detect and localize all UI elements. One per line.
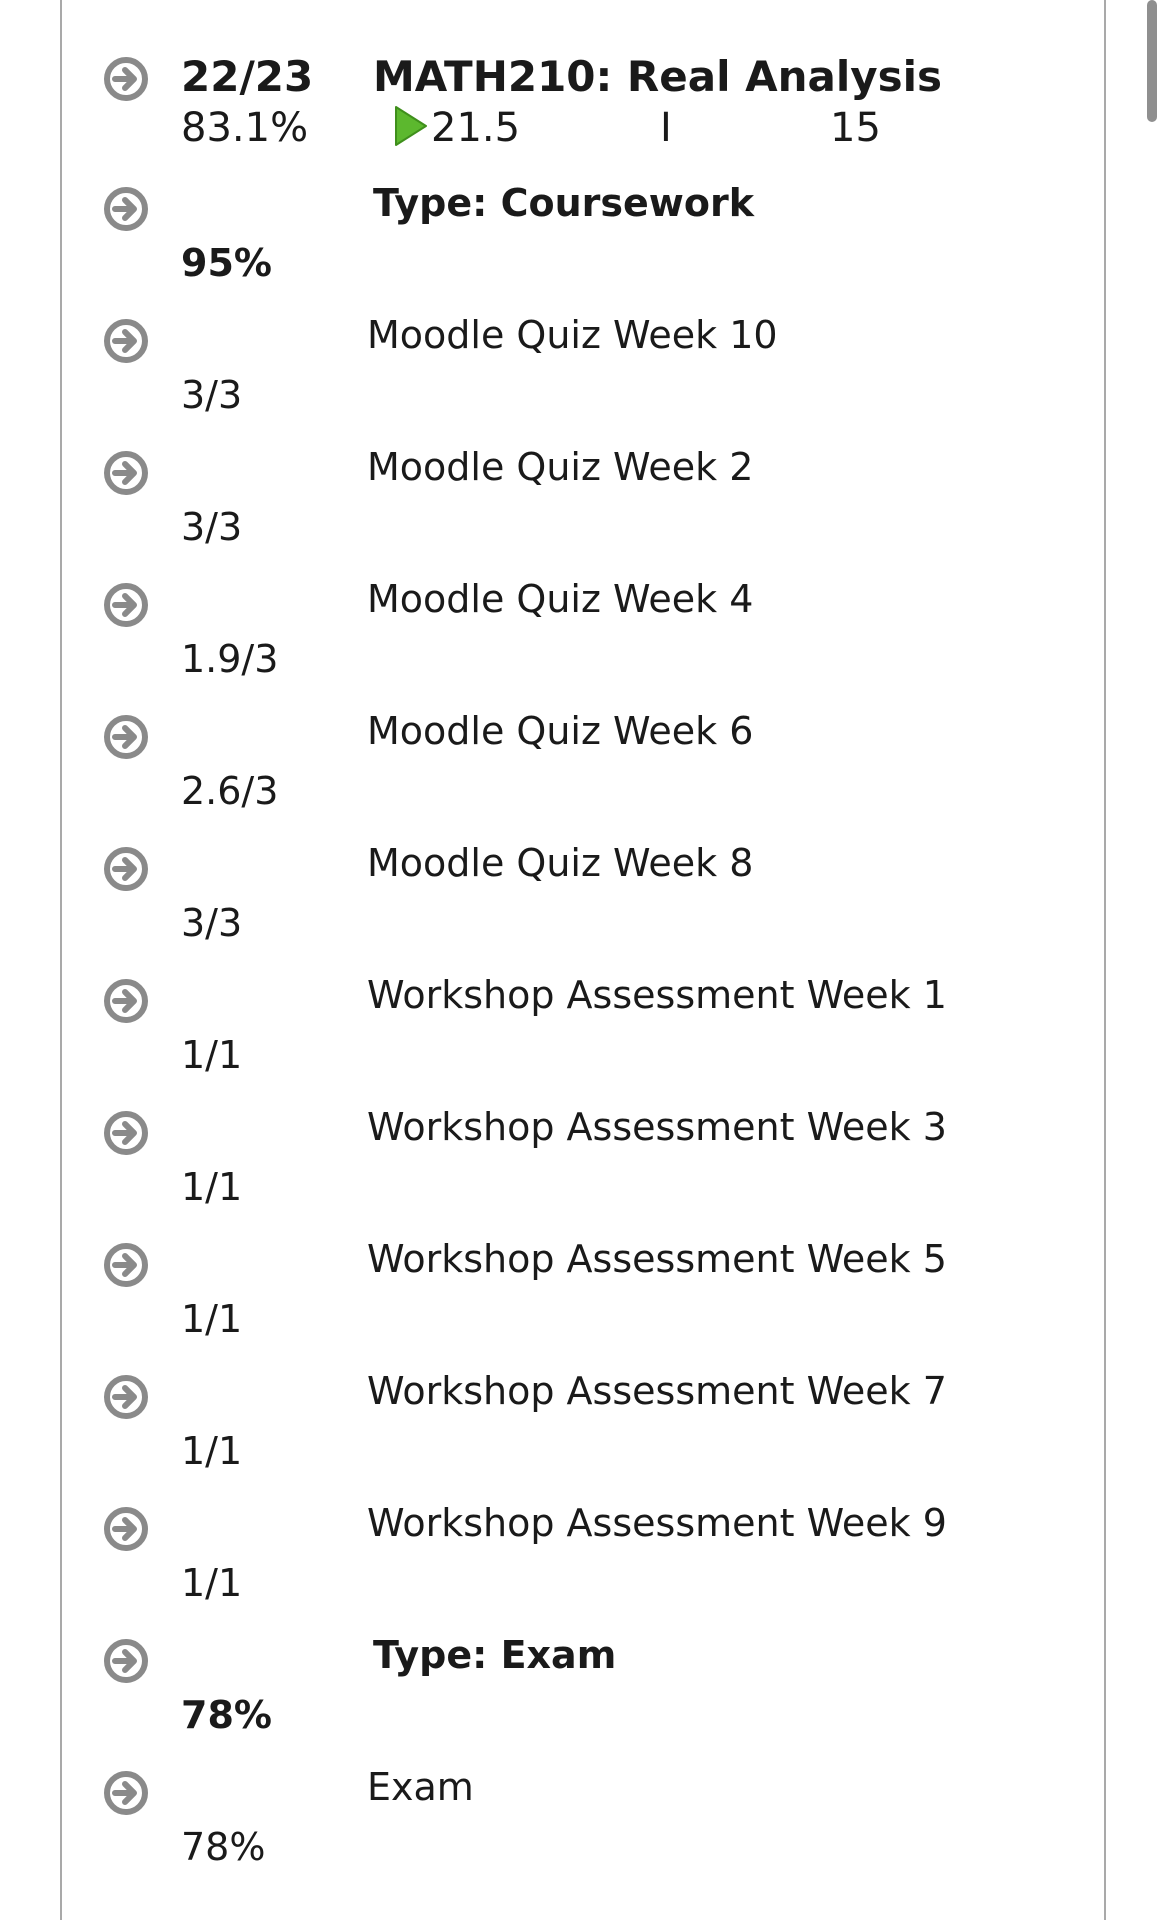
- item-score: 2.6/3: [181, 769, 279, 813]
- course-play-value: 21.5: [393, 105, 520, 151]
- course-title[interactable]: MATH210: Real Analysis: [373, 52, 942, 102]
- circle-arrow-right-icon[interactable]: [103, 318, 149, 364]
- circle-arrow-right-icon[interactable]: [103, 1770, 149, 1816]
- circle-arrow-right-icon[interactable]: [103, 978, 149, 1024]
- circle-arrow-right-icon[interactable]: [103, 846, 149, 892]
- course-percent: 83.1%: [181, 105, 309, 151]
- green-play-icon: [395, 106, 427, 146]
- circle-arrow-right-icon[interactable]: [103, 1506, 149, 1552]
- item-score: 1/1: [181, 1297, 243, 1341]
- circle-arrow-right-icon[interactable]: [103, 1242, 149, 1288]
- item-score: 1/1: [181, 1561, 243, 1605]
- item-name: Moodle Quiz Week 4: [367, 577, 754, 621]
- course-credits: 15: [830, 105, 881, 151]
- circle-arrow-right-icon[interactable]: [103, 1374, 149, 1420]
- item-name: Workshop Assessment Week 7: [367, 1369, 947, 1413]
- item-score: 1/1: [181, 1429, 243, 1473]
- circle-arrow-right-icon[interactable]: [103, 186, 149, 232]
- item-name: Moodle Quiz Week 8: [367, 841, 754, 885]
- section-type-label: Type: Coursework: [373, 181, 754, 225]
- item-name: Workshop Assessment Week 9: [367, 1501, 947, 1545]
- item-score: 78%: [181, 1825, 266, 1869]
- item-score: 1.9/3: [181, 637, 279, 681]
- item-name: Moodle Quiz Week 2: [367, 445, 754, 489]
- item-name: Exam: [367, 1765, 474, 1809]
- item-score: 3/3: [181, 901, 243, 945]
- circle-arrow-right-icon[interactable]: [103, 1638, 149, 1684]
- circle-arrow-right-icon[interactable]: [103, 450, 149, 496]
- course-grade: 22/23: [181, 52, 314, 101]
- section-percent: 78%: [181, 1693, 272, 1737]
- circle-arrow-right-icon[interactable]: [103, 582, 149, 628]
- item-name: Workshop Assessment Week 3: [367, 1105, 947, 1149]
- item-name: Moodle Quiz Week 10: [367, 313, 778, 357]
- course-status-letter: I: [660, 105, 672, 151]
- play-value-text: 21.5: [431, 105, 521, 151]
- item-name: Workshop Assessment Week 5: [367, 1237, 947, 1281]
- item-name: Workshop Assessment Week 1: [367, 973, 947, 1017]
- section-type-label: Type: Exam: [373, 1633, 617, 1677]
- item-name: Moodle Quiz Week 6: [367, 709, 754, 753]
- circle-arrow-right-icon[interactable]: [103, 714, 149, 760]
- section-percent: 95%: [181, 241, 272, 285]
- item-score: 1/1: [181, 1033, 243, 1077]
- circle-arrow-right-icon[interactable]: [103, 1110, 149, 1156]
- scrollbar[interactable]: [1147, 0, 1157, 122]
- item-score: 3/3: [181, 505, 243, 549]
- item-score: 3/3: [181, 373, 243, 417]
- circle-arrow-right-icon[interactable]: [103, 56, 149, 102]
- item-score: 1/1: [181, 1165, 243, 1209]
